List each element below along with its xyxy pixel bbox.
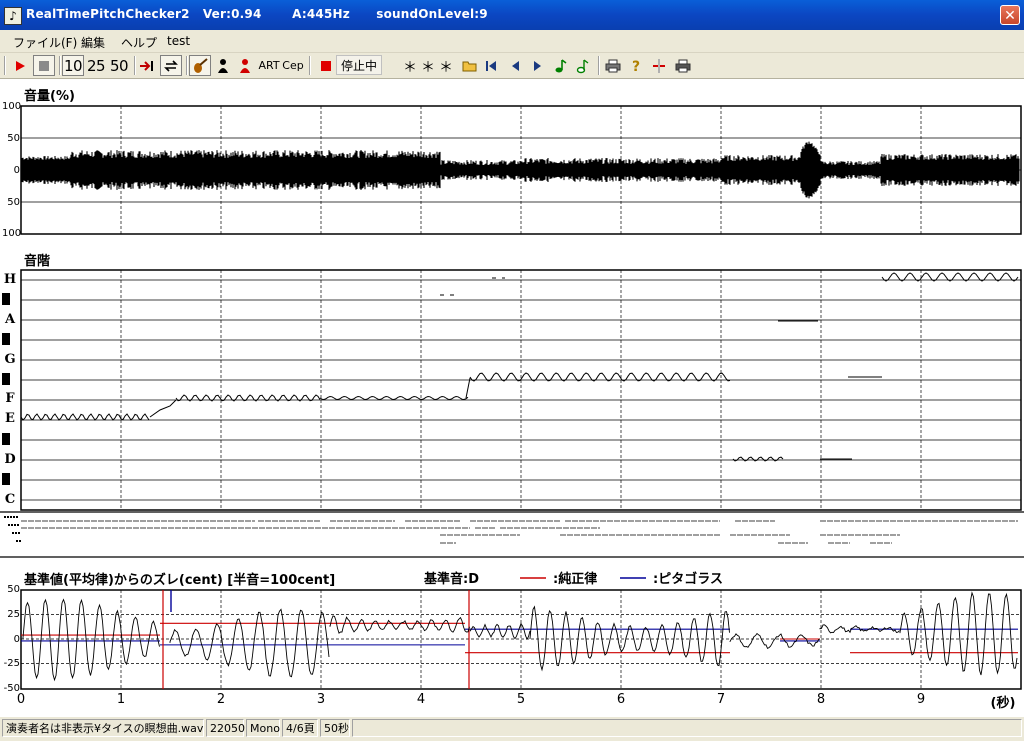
strip-marker [10, 516, 12, 518]
status-spare [352, 719, 1022, 737]
strip-marker [18, 532, 20, 534]
strip-marker [4, 516, 6, 518]
strip-marker [16, 516, 18, 518]
strip-marker [11, 524, 13, 526]
status-file-name: 演奏者名は非表示¥タイスの瞑想曲.wav [2, 719, 204, 737]
strip-marker [12, 532, 14, 534]
status-duration: 50秒 [320, 719, 350, 737]
strip-marker [7, 516, 9, 518]
volume-plot[interactable] [20, 105, 1022, 235]
scale-plot[interactable] [20, 269, 1022, 511]
strip-marker [17, 524, 19, 526]
status-sample-rate: 22050 [206, 719, 245, 737]
strip-marker [15, 532, 17, 534]
strip-marker [19, 540, 21, 542]
strip-marker [14, 524, 16, 526]
strip-marker [16, 540, 18, 542]
articulation-strip [0, 511, 1024, 558]
status-bar: 演奏者名は非表示¥タイスの瞑想曲.wav 22050 Mono 4/6頁 50秒 [0, 716, 1024, 741]
deviation-plot[interactable] [20, 589, 1022, 690]
strip-marker [13, 516, 15, 518]
status-page: 4/6頁 [282, 719, 318, 737]
plot-canvas[interactable] [0, 0, 1024, 716]
status-channels: Mono [246, 719, 280, 737]
strip-marker [8, 524, 10, 526]
